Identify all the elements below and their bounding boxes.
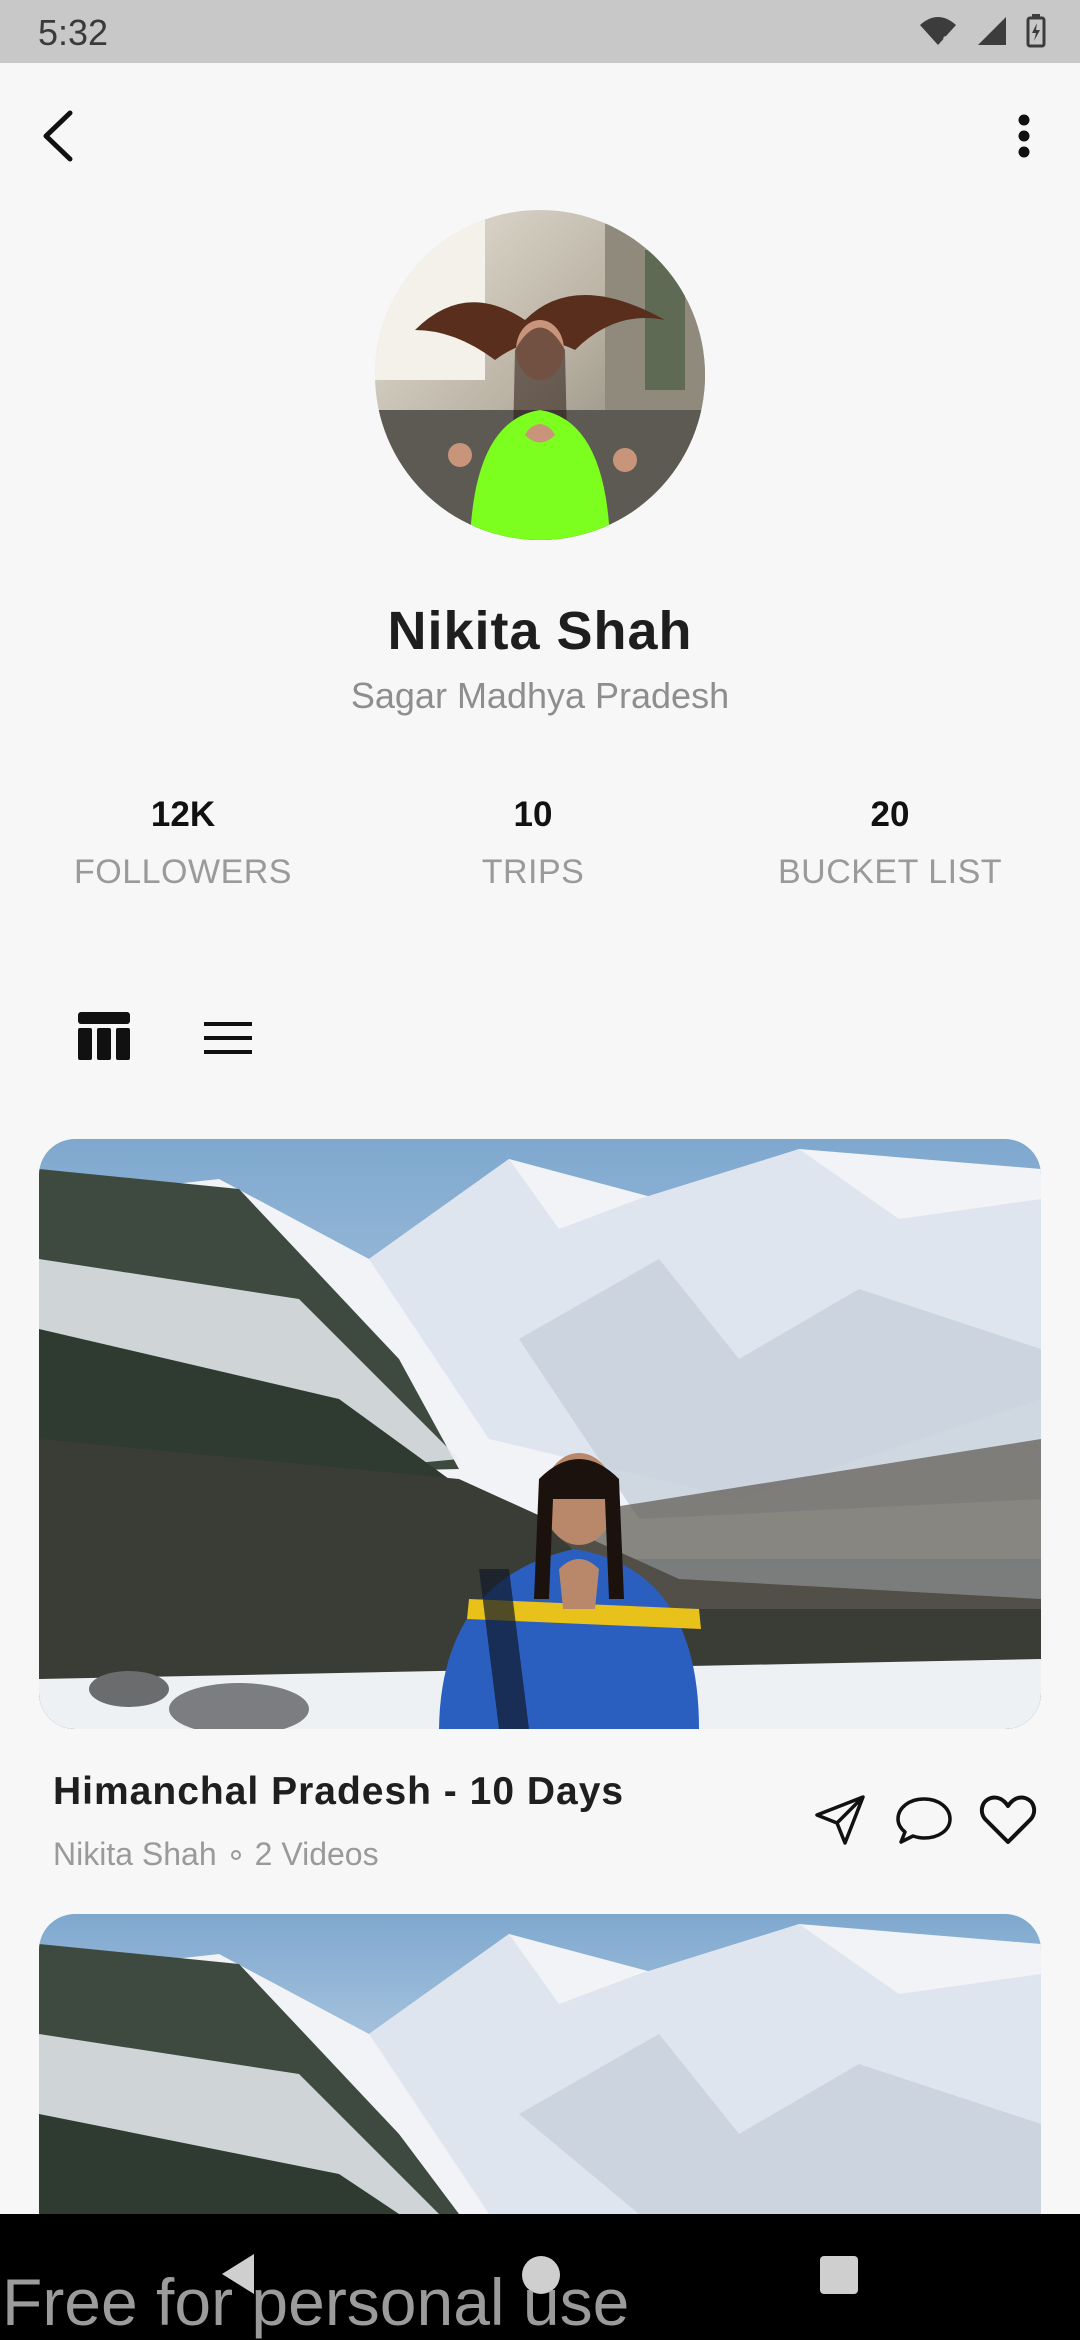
profile-name: Nikita Shah <box>387 601 693 661</box>
avatar[interactable] <box>375 210 705 540</box>
comment-button[interactable] <box>894 1790 954 1850</box>
stat-value: 12K <box>150 795 216 834</box>
watermark: Free for personal use <box>2 2265 630 2339</box>
list-view-button[interactable] <box>202 1018 254 1058</box>
share-button[interactable] <box>810 1790 870 1850</box>
status-icons <box>918 14 1046 48</box>
chevron-left-icon <box>43 110 73 162</box>
list-icon <box>204 1022 252 1054</box>
trip-card-image[interactable] <box>39 1914 1041 2214</box>
trip-title[interactable]: Himanchal Pradesh - 10 Days <box>53 1770 624 1814</box>
nav-recents-icon[interactable] <box>820 2256 858 2294</box>
signal-icon <box>976 15 1008 47</box>
send-icon <box>815 1795 865 1845</box>
status-bar: 5:32 <box>0 0 1080 63</box>
trip-video-count: 2 Videos <box>254 1836 379 1872</box>
comment-icon <box>896 1797 952 1844</box>
profile-location: Sagar Madhya Pradesh <box>350 675 730 716</box>
separator-dot <box>230 1849 241 1860</box>
like-button[interactable] <box>978 1790 1038 1850</box>
trip-card-image[interactable] <box>39 1139 1041 1729</box>
back-button[interactable] <box>34 104 82 168</box>
status-time: 5:32 <box>38 12 109 53</box>
heart-icon <box>979 1795 1037 1844</box>
stat-value: 10 <box>513 795 553 834</box>
grid-icon <box>78 1012 130 1060</box>
grid-view-button[interactable] <box>76 1010 132 1062</box>
trip-meta: Nikita Shah 2 Videos <box>53 1836 379 1873</box>
stat-trips[interactable]: 10 TRIPS <box>383 795 683 892</box>
stat-label: FOLLOWERS <box>74 853 292 891</box>
stat-followers[interactable]: 12K FOLLOWERS <box>33 795 333 892</box>
more-vertical-icon <box>1018 114 1030 158</box>
trip-author[interactable]: Nikita Shah <box>53 1836 217 1873</box>
trip-actions <box>810 1790 1038 1850</box>
battery-icon <box>1026 14 1046 48</box>
stat-label: BUCKET LIST <box>777 853 1003 891</box>
wifi-icon <box>918 15 958 47</box>
stat-bucket-list[interactable]: 20 BUCKET LIST <box>740 795 1040 892</box>
more-options-button[interactable] <box>1002 104 1046 168</box>
stat-label: TRIPS <box>481 853 585 891</box>
stat-value: 20 <box>870 795 910 834</box>
